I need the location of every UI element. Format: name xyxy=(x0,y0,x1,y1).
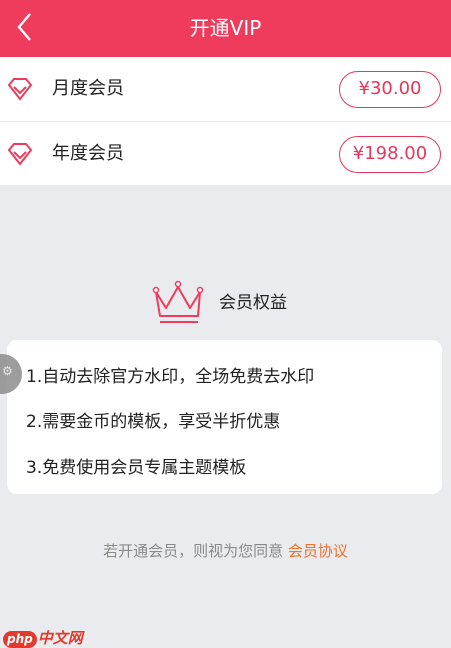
diamond-icon xyxy=(7,143,33,166)
agreement-link[interactable]: 会员协议 xyxy=(288,542,348,560)
plan-list: 月度会员 ¥30.00 年度会员 ¥198.00 xyxy=(0,57,451,185)
benefit-item: 1.自动去除官方水印，全场免费去水印 xyxy=(26,367,315,387)
plan-label: 月度会员 xyxy=(52,78,124,99)
benefits-title: 会员权益 xyxy=(219,293,287,313)
diamond-icon xyxy=(7,78,33,101)
plan-label: 年度会员 xyxy=(52,143,124,164)
price-button-yearly[interactable]: ¥198.00 xyxy=(339,136,441,173)
watermark-text: 中文网 xyxy=(37,629,83,647)
site-watermark: php 中文网 xyxy=(3,627,83,648)
agreement-prefix: 若开通会员，则视为您同意 xyxy=(103,542,288,560)
plan-row-monthly[interactable]: 月度会员 ¥30.00 xyxy=(0,57,451,121)
page-title: 开通VIP xyxy=(189,16,262,40)
benefit-item: 3.免费使用会员专属主题模板 xyxy=(26,458,247,478)
watermark-logo: php xyxy=(3,631,37,648)
agreement-text: 若开通会员，则视为您同意 会员协议 xyxy=(0,540,451,561)
assist-icon: ⚙ xyxy=(2,364,13,378)
crown-icon xyxy=(152,280,204,323)
benefit-item: 2.需要金币的模板，享受半折优惠 xyxy=(26,412,281,432)
plan-row-yearly[interactable]: 年度会员 ¥198.00 xyxy=(0,121,451,185)
benefits-card: 1.自动去除官方水印，全场免费去水印 2.需要金币的模板，享受半折优惠 3.免费… xyxy=(7,340,442,494)
benefits-header: 会员权益 xyxy=(0,278,451,326)
price-button-monthly[interactable]: ¥30.00 xyxy=(339,71,441,108)
app-header: 开通VIP xyxy=(0,0,451,57)
